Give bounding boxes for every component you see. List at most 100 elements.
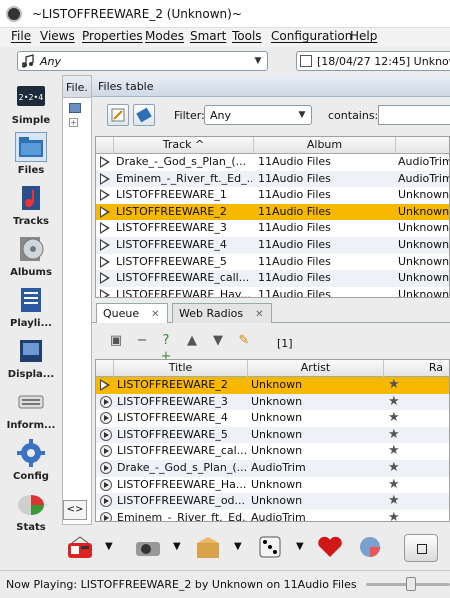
rating-cell[interactable]: ★ <box>384 443 414 459</box>
menu-help[interactable]: Help <box>350 29 377 43</box>
global-filter-select[interactable]: Any ▼ <box>17 51 268 71</box>
queue-row[interactable]: LISTOFFREEWARE_Ha... Unknown ★ <box>96 477 449 494</box>
queue-row[interactable]: LISTOFFREEWARE_od... Unknown ★ <box>96 493 449 510</box>
stop-button[interactable] <box>404 534 438 562</box>
dropdown-arrow-icon[interactable]: ▼ <box>105 541 113 552</box>
radio-icon[interactable] <box>66 534 94 560</box>
nav-stats[interactable]: Stats <box>0 486 62 536</box>
menu-configuration[interactable]: Configuration <box>271 29 352 43</box>
file-tree-pane[interactable]: File. + <box>62 75 92 525</box>
dice-icon[interactable] <box>256 534 284 560</box>
expand-icon[interactable]: + <box>69 118 78 127</box>
minus-icon[interactable]: − <box>134 333 150 349</box>
queue-row[interactable]: LISTOFFREEWARE_cal... Unknown ★ <box>96 443 449 460</box>
menu-file[interactable]: File <box>11 29 31 43</box>
folder-icon <box>15 132 47 162</box>
nav-simple[interactable]: 2•2•4 Simple <box>0 79 62 129</box>
queue-table[interactable]: Title Artist Ra LISTOFFREEWARE_2 Unknown ★… <box>95 359 450 522</box>
column-header-track[interactable]: Track ^ <box>114 137 254 154</box>
files-table-head: Track ^ Album <box>96 137 449 154</box>
add-icon[interactable]: ?+ <box>158 333 174 364</box>
column-header-play[interactable] <box>96 137 114 154</box>
table-row[interactable]: LISTOFFREEWARE_5 11Audio Files Unknown <box>96 254 449 271</box>
arrow-down-icon[interactable]: ▼ <box>210 333 226 349</box>
menu-views[interactable]: Views <box>40 29 75 43</box>
queue-row[interactable]: LISTOFFREEWARE_2 Unknown ★ <box>96 377 449 394</box>
column-header-rating[interactable]: Ra <box>384 360 449 377</box>
table-row[interactable]: LISTOFFREEWARE_4 11Audio Files Unknown <box>96 237 449 254</box>
play-circle-icon <box>100 428 112 441</box>
dropdown-arrow-icon[interactable]: ▼ <box>173 541 181 552</box>
files-table-title: Files table <box>98 80 154 93</box>
edit-button[interactable] <box>107 104 129 126</box>
table-row[interactable]: LISTOFFREEWARE_Hav... 11Audio Files Unknow… <box>96 287 449 297</box>
table-row[interactable]: Drake_-_God_s_Plan_(... 11Audio Files Audi… <box>96 154 449 171</box>
dropdown-arrow-icon[interactable]: ▼ <box>234 541 242 552</box>
contains-input[interactable] <box>378 105 450 125</box>
column-header-extra[interactable] <box>396 137 449 154</box>
queue-row[interactable]: LISTOFFREEWARE_5 Unknown ★ <box>96 426 449 444</box>
rating-cell[interactable]: ★ <box>384 377 414 393</box>
track-cell: LISTOFFREEWARE_call... <box>116 271 250 285</box>
shuffle-disc-icon[interactable] <box>356 534 384 560</box>
arrow-up-icon[interactable]: ▲ <box>184 333 200 349</box>
filter-select[interactable]: Any ▼ <box>204 105 312 125</box>
rating-cell[interactable]: ★ <box>384 510 414 521</box>
menu-modes[interactable]: Modes <box>145 29 184 43</box>
nav-information[interactable]: Inform... <box>0 384 62 434</box>
nav-playlists[interactable]: Playli... <box>0 282 62 332</box>
tab-queue[interactable]: Queue ✕ <box>96 303 168 324</box>
box-icon[interactable] <box>194 534 222 560</box>
history-select[interactable]: [18/04/27 12:45] Unknown <box>296 51 450 71</box>
play-triangle-icon <box>100 255 112 268</box>
menu-tools[interactable]: Tools <box>232 29 262 43</box>
queue-row[interactable]: LISTOFFREEWARE_3 Unknown ★ <box>96 393 449 411</box>
nav-display[interactable]: Displa... <box>0 333 62 383</box>
close-icon[interactable]: ✕ <box>151 309 159 320</box>
rating-cell[interactable]: ★ <box>384 493 414 509</box>
contains-label: contains: <box>328 109 379 122</box>
history-checkbox[interactable] <box>300 55 312 67</box>
lower-tabs: Queue ✕ Web Radios ✕ <box>92 302 450 324</box>
rating-cell[interactable]: ★ <box>384 460 414 476</box>
tab-web-radios[interactable]: Web Radios ✕ <box>172 303 272 323</box>
dropdown-arrow-icon[interactable]: ▼ <box>296 541 304 552</box>
nav-config[interactable]: Config <box>0 435 62 485</box>
table-row[interactable]: LISTOFFREEWARE_3 11Audio Files Unknown <box>96 220 449 237</box>
table-row[interactable]: Eminem_-_River_ft._Ed_... 11Audio Files Au… <box>96 170 449 188</box>
broom-icon[interactable]: ✎ <box>236 333 252 349</box>
close-icon[interactable]: ✕ <box>255 309 263 320</box>
rating-cell[interactable]: ★ <box>384 410 414 426</box>
tracks-icon <box>16 184 46 212</box>
volume-slider-handle[interactable] <box>406 577 416 591</box>
files-table[interactable]: Track ^ Album Drake_-_God_s_Plan_(... 11A… <box>95 136 450 298</box>
queue-save-icon[interactable]: ▣ <box>108 333 124 349</box>
heart-icon[interactable] <box>316 534 344 560</box>
collapse-toggle-icon[interactable]: <> <box>63 500 87 520</box>
album-cell: 11Audio Files <box>258 188 331 202</box>
track-cell: LISTOFFREEWARE_3 <box>116 221 227 235</box>
column-header-title[interactable]: Title <box>114 360 248 377</box>
rating-cell[interactable]: ★ <box>384 394 414 410</box>
turntable-icon[interactable] <box>134 534 162 560</box>
table-row[interactable]: LISTOFFREEWARE_2 11Audio Files Unknown <box>96 203 449 221</box>
chevron-down-icon[interactable]: ▼ <box>251 54 265 68</box>
table-row[interactable]: LISTOFFREEWARE_call... 11Audio Files Unkno… <box>96 270 449 287</box>
column-header-album[interactable]: Album <box>254 137 396 154</box>
computer-icon[interactable] <box>69 103 81 113</box>
nav-albums[interactable]: Albums <box>0 231 62 281</box>
queue-row[interactable]: Drake_-_God_s_Plan_(... AudioTrim ★ <box>96 460 449 477</box>
column-header-artist[interactable]: Artist <box>248 360 384 377</box>
queue-row[interactable]: LISTOFFREEWARE_4 Unknown ★ <box>96 410 449 427</box>
nav-files[interactable]: Files <box>0 129 62 179</box>
column-header-state[interactable] <box>96 360 114 377</box>
queue-row[interactable]: Eminem_-_River_ft._Ed... AudioTrim ★ <box>96 510 449 521</box>
rating-cell[interactable]: ★ <box>384 427 414 443</box>
menu-properties[interactable]: Properties <box>82 29 143 43</box>
menu-smart[interactable]: Smart <box>190 29 226 43</box>
sync-button[interactable] <box>133 104 155 126</box>
table-row[interactable]: LISTOFFREEWARE_1 11Audio Files Unknown <box>96 187 449 204</box>
rating-cell[interactable]: ★ <box>384 477 414 493</box>
nav-tracks[interactable]: Tracks <box>0 180 62 230</box>
chevron-down-icon[interactable]: ▼ <box>295 108 309 122</box>
